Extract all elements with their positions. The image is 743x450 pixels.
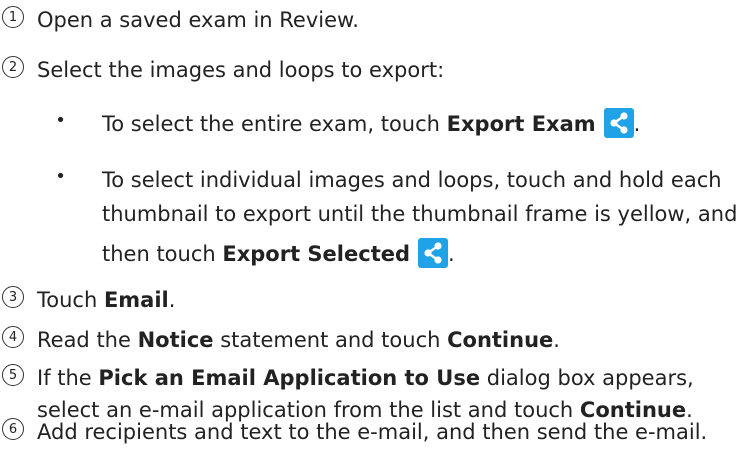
step-text-bold: Notice [137, 328, 214, 352]
bullet-text: To select individual images and loops, t… [102, 162, 743, 272]
step-number: 4 [2, 326, 24, 348]
step-text-suffix: . [553, 328, 560, 352]
step-text-mid: statement and touch [213, 328, 448, 352]
bullet-text-line: To select the entire exam, touch Export … [102, 106, 743, 142]
step-number: 2 [2, 56, 24, 78]
share-icon [603, 108, 634, 138]
step-text: Read the Notice statement and touch Cont… [37, 322, 743, 358]
step-text-line: Open a saved exam in Review. [37, 8, 359, 32]
step-number: 3 [2, 286, 24, 308]
step-text-bold: Pick an Email Application to Use [98, 366, 481, 390]
bullet-marker: • [55, 166, 66, 187]
bullet-marker: • [55, 110, 66, 131]
step-text-bold: Email [103, 288, 169, 312]
step-number: 6 [2, 418, 24, 440]
step-text: Open a saved exam in Review. [37, 2, 743, 38]
bullet-item: • To select individual images and loops,… [0, 160, 743, 280]
step-number: 5 [2, 364, 24, 386]
bullet-text-prefix: To select the entire exam, touch [102, 112, 447, 136]
step-3: 3 Touch Email. [0, 282, 743, 318]
step-4: 4 Read the Notice statement and touch Co… [0, 322, 743, 358]
bullet-text-line: thumbnail to export until the thumbnail … [102, 202, 738, 226]
bullet-text: To select the entire exam, touch Export … [102, 106, 743, 142]
share-icon [418, 238, 449, 268]
step-text-line: If the Pick an Email Application to Use … [37, 360, 743, 396]
bullet-text-bold: Export Exam [446, 112, 596, 136]
step-number: 1 [2, 6, 24, 28]
step-6: 6 Add recipients and text to the e-mail,… [0, 414, 743, 450]
bullet-item: • To select the entire exam, touch Expor… [0, 104, 743, 144]
bullet-text-bold: Export Selected [222, 242, 411, 266]
step-text-line: Touch Email. [37, 282, 743, 318]
step-text: Add recipients and text to the e-mail, a… [37, 414, 743, 450]
bullet-text-prefix: then touch [102, 242, 223, 266]
bullet-text-line: To select individual images and loops, t… [102, 168, 722, 192]
step-text-prefix: If the [37, 366, 99, 390]
step-text: Touch Email. [37, 282, 743, 318]
step-text-line: Select the images and loops to export: [37, 58, 445, 82]
step-text-line: Add recipients and text to the e-mail, a… [37, 420, 708, 444]
step-text-prefix: Read the [37, 328, 138, 352]
bullet-text-suffix: . [633, 112, 641, 136]
step-text-prefix: Touch [37, 288, 104, 312]
bullet-text-suffix: . [448, 242, 455, 266]
step-text-suffix: . [168, 288, 176, 312]
step-1: 1 Open a saved exam in Review. [0, 2, 743, 38]
step-text-suffix: dialog box appears, [480, 366, 694, 390]
step-text: Select the images and loops to export: [37, 52, 743, 88]
step-text-line: Read the Notice statement and touch Cont… [37, 322, 743, 358]
step-2: 2 Select the images and loops to export: [0, 52, 743, 88]
step-text-bold: Continue [447, 328, 554, 352]
bullet-text-line: then touch Export Selected. [102, 236, 743, 272]
